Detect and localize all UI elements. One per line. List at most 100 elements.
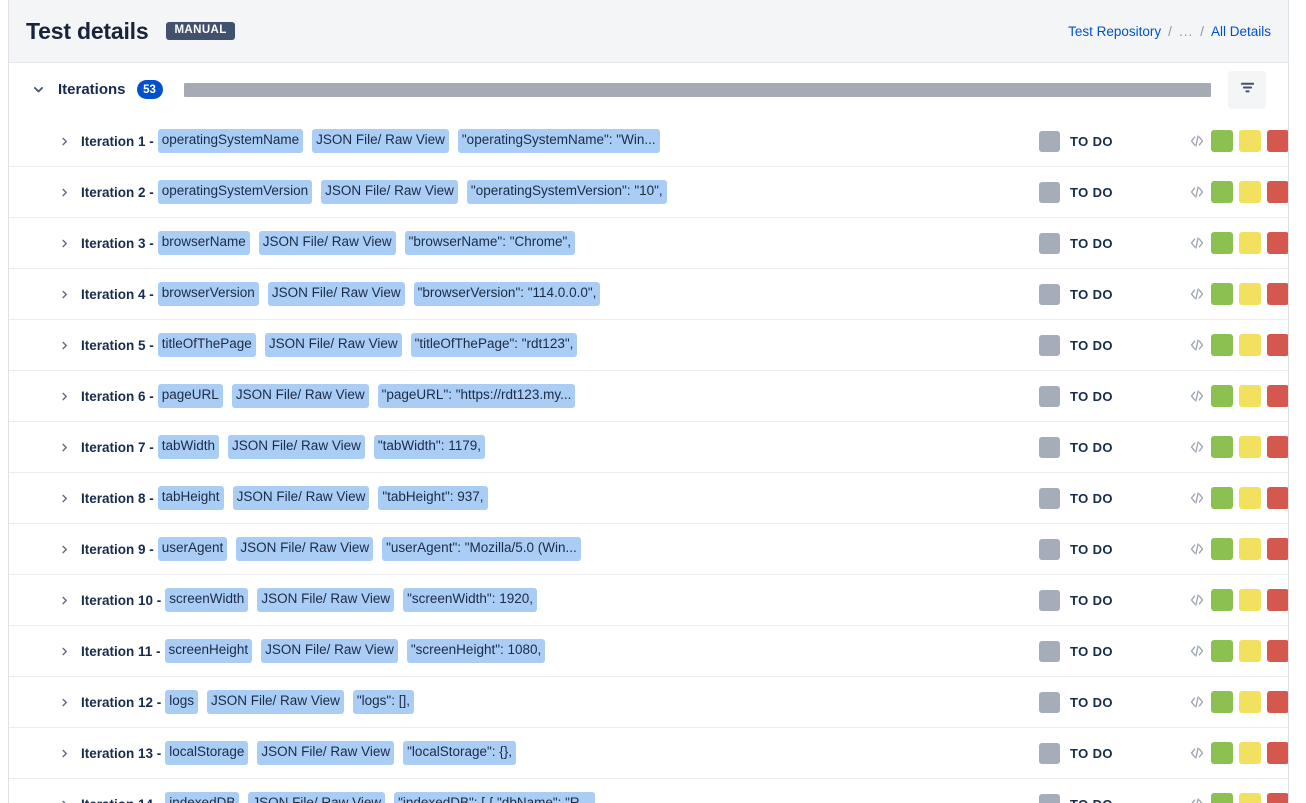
mark-fail-button[interactable] xyxy=(1267,232,1289,254)
field-name-chip[interactable]: logs xyxy=(165,690,198,713)
source-view-chip[interactable]: JSON File/ Raw View xyxy=(236,537,373,560)
mark-fail-button[interactable] xyxy=(1267,181,1289,203)
mark-fail-button[interactable] xyxy=(1267,487,1289,509)
mark-fail-button[interactable] xyxy=(1267,589,1289,611)
table-row[interactable]: Iteration 9 -userAgentJSON File/ Raw Vie… xyxy=(9,524,1288,575)
mark-pass-button[interactable] xyxy=(1211,742,1233,764)
mark-pass-button[interactable] xyxy=(1211,589,1233,611)
mark-pass-button[interactable] xyxy=(1211,487,1233,509)
field-name-chip[interactable]: tabWidth xyxy=(158,435,219,458)
source-view-chip[interactable]: JSON File/ Raw View xyxy=(268,282,405,305)
mark-wip-button[interactable] xyxy=(1239,793,1261,803)
source-view-chip[interactable]: JSON File/ Raw View xyxy=(312,129,449,152)
mark-wip-button[interactable] xyxy=(1239,640,1261,662)
mark-pass-button[interactable] xyxy=(1211,691,1233,713)
field-value-chip[interactable]: "screenHeight": 1080, xyxy=(407,639,545,662)
field-name-chip[interactable]: tabHeight xyxy=(158,486,224,509)
field-name-chip[interactable]: indexedDB xyxy=(165,792,239,803)
code-icon[interactable] xyxy=(1187,233,1207,253)
code-icon[interactable] xyxy=(1187,182,1207,202)
field-value-chip[interactable]: "operatingSystemVersion": "10", xyxy=(467,180,667,203)
chevron-right-icon[interactable] xyxy=(58,595,70,606)
chevron-right-icon[interactable] xyxy=(58,289,70,300)
mark-wip-button[interactable] xyxy=(1239,232,1261,254)
chevron-right-icon[interactable] xyxy=(58,493,70,504)
source-view-chip[interactable]: JSON File/ Raw View xyxy=(257,588,394,611)
mark-pass-button[interactable] xyxy=(1211,640,1233,662)
chevron-right-icon[interactable] xyxy=(58,187,70,198)
table-row[interactable]: Iteration 14 -indexedDBJSON File/ Raw Vi… xyxy=(9,779,1288,803)
code-icon[interactable] xyxy=(1187,794,1207,803)
table-row[interactable]: Iteration 4 -browserVersionJSON File/ Ra… xyxy=(9,269,1288,320)
field-value-chip[interactable]: "tabWidth": 1179, xyxy=(374,435,485,458)
field-name-chip[interactable]: pageURL xyxy=(158,384,223,407)
source-view-chip[interactable]: JSON File/ Raw View xyxy=(248,792,385,803)
source-view-chip[interactable]: JSON File/ Raw View xyxy=(232,384,369,407)
mark-fail-button[interactable] xyxy=(1267,283,1289,305)
field-name-chip[interactable]: userAgent xyxy=(158,537,228,560)
field-name-chip[interactable]: browserVersion xyxy=(158,282,259,305)
chevron-right-icon[interactable] xyxy=(58,340,70,351)
mark-pass-button[interactable] xyxy=(1211,232,1233,254)
mark-pass-button[interactable] xyxy=(1211,130,1233,152)
source-view-chip[interactable]: JSON File/ Raw View xyxy=(233,486,370,509)
chevron-down-icon[interactable] xyxy=(31,83,45,97)
mark-fail-button[interactable] xyxy=(1267,436,1289,458)
field-value-chip[interactable]: "screenWidth": 1920, xyxy=(403,588,537,611)
code-icon[interactable] xyxy=(1187,386,1207,406)
field-name-chip[interactable]: screenHeight xyxy=(165,639,253,662)
code-icon[interactable] xyxy=(1187,131,1207,151)
field-value-chip[interactable]: "indexedDB": [ { "dbName": "R... xyxy=(394,792,595,803)
mark-pass-button[interactable] xyxy=(1211,334,1233,356)
mark-wip-button[interactable] xyxy=(1239,538,1261,560)
table-row[interactable]: Iteration 5 -titleOfThePageJSON File/ Ra… xyxy=(9,320,1288,371)
field-name-chip[interactable]: titleOfThePage xyxy=(158,333,256,356)
field-value-chip[interactable]: "operatingSystemName": "Win... xyxy=(458,129,660,152)
mark-wip-button[interactable] xyxy=(1239,742,1261,764)
breadcrumb-item-all-details[interactable]: All Details xyxy=(1211,24,1271,39)
code-icon[interactable] xyxy=(1187,437,1207,457)
mark-fail-button[interactable] xyxy=(1267,640,1289,662)
mark-wip-button[interactable] xyxy=(1239,691,1261,713)
source-view-chip[interactable]: JSON File/ Raw View xyxy=(261,639,398,662)
chevron-right-icon[interactable] xyxy=(58,442,70,453)
code-icon[interactable] xyxy=(1187,590,1207,610)
mark-fail-button[interactable] xyxy=(1267,742,1289,764)
chevron-right-icon[interactable] xyxy=(58,544,70,555)
source-view-chip[interactable]: JSON File/ Raw View xyxy=(259,231,396,254)
breadcrumb-ellipsis[interactable]: ... xyxy=(1179,24,1193,39)
chevron-right-icon[interactable] xyxy=(58,697,70,708)
mark-pass-button[interactable] xyxy=(1211,385,1233,407)
table-row[interactable]: Iteration 11 -screenHeightJSON File/ Raw… xyxy=(9,626,1288,677)
table-row[interactable]: Iteration 7 -tabWidthJSON File/ Raw View… xyxy=(9,422,1288,473)
mark-wip-button[interactable] xyxy=(1239,130,1261,152)
mark-fail-button[interactable] xyxy=(1267,130,1289,152)
mark-fail-button[interactable] xyxy=(1267,385,1289,407)
mark-fail-button[interactable] xyxy=(1267,334,1289,356)
code-icon[interactable] xyxy=(1187,335,1207,355)
mark-pass-button[interactable] xyxy=(1211,793,1233,803)
chevron-right-icon[interactable] xyxy=(58,136,70,147)
mark-pass-button[interactable] xyxy=(1211,181,1233,203)
table-row[interactable]: Iteration 10 -screenWidthJSON File/ Raw … xyxy=(9,575,1288,626)
source-view-chip[interactable]: JSON File/ Raw View xyxy=(228,435,365,458)
field-name-chip[interactable]: operatingSystemVersion xyxy=(158,180,312,203)
source-view-chip[interactable]: JSON File/ Raw View xyxy=(207,690,344,713)
mark-wip-button[interactable] xyxy=(1239,181,1261,203)
table-row[interactable]: Iteration 1 -operatingSystemNameJSON Fil… xyxy=(9,116,1288,167)
mark-pass-button[interactable] xyxy=(1211,283,1233,305)
field-value-chip[interactable]: "browserName": "Chrome", xyxy=(405,231,575,254)
field-value-chip[interactable]: "logs": [], xyxy=(353,690,414,713)
field-value-chip[interactable]: "browserVersion": "114.0.0.0", xyxy=(414,282,601,305)
mark-fail-button[interactable] xyxy=(1267,538,1289,560)
mark-wip-button[interactable] xyxy=(1239,487,1261,509)
breadcrumb-item-test-repository[interactable]: Test Repository xyxy=(1068,24,1161,39)
code-icon[interactable] xyxy=(1187,743,1207,763)
mark-pass-button[interactable] xyxy=(1211,538,1233,560)
table-row[interactable]: Iteration 2 -operatingSystemVersionJSON … xyxy=(9,167,1288,218)
chevron-right-icon[interactable] xyxy=(58,238,70,249)
field-value-chip[interactable]: "localStorage": {}, xyxy=(403,741,516,764)
table-row[interactable]: Iteration 6 -pageURLJSON File/ Raw View"… xyxy=(9,371,1288,422)
mark-wip-button[interactable] xyxy=(1239,436,1261,458)
code-icon[interactable] xyxy=(1187,284,1207,304)
